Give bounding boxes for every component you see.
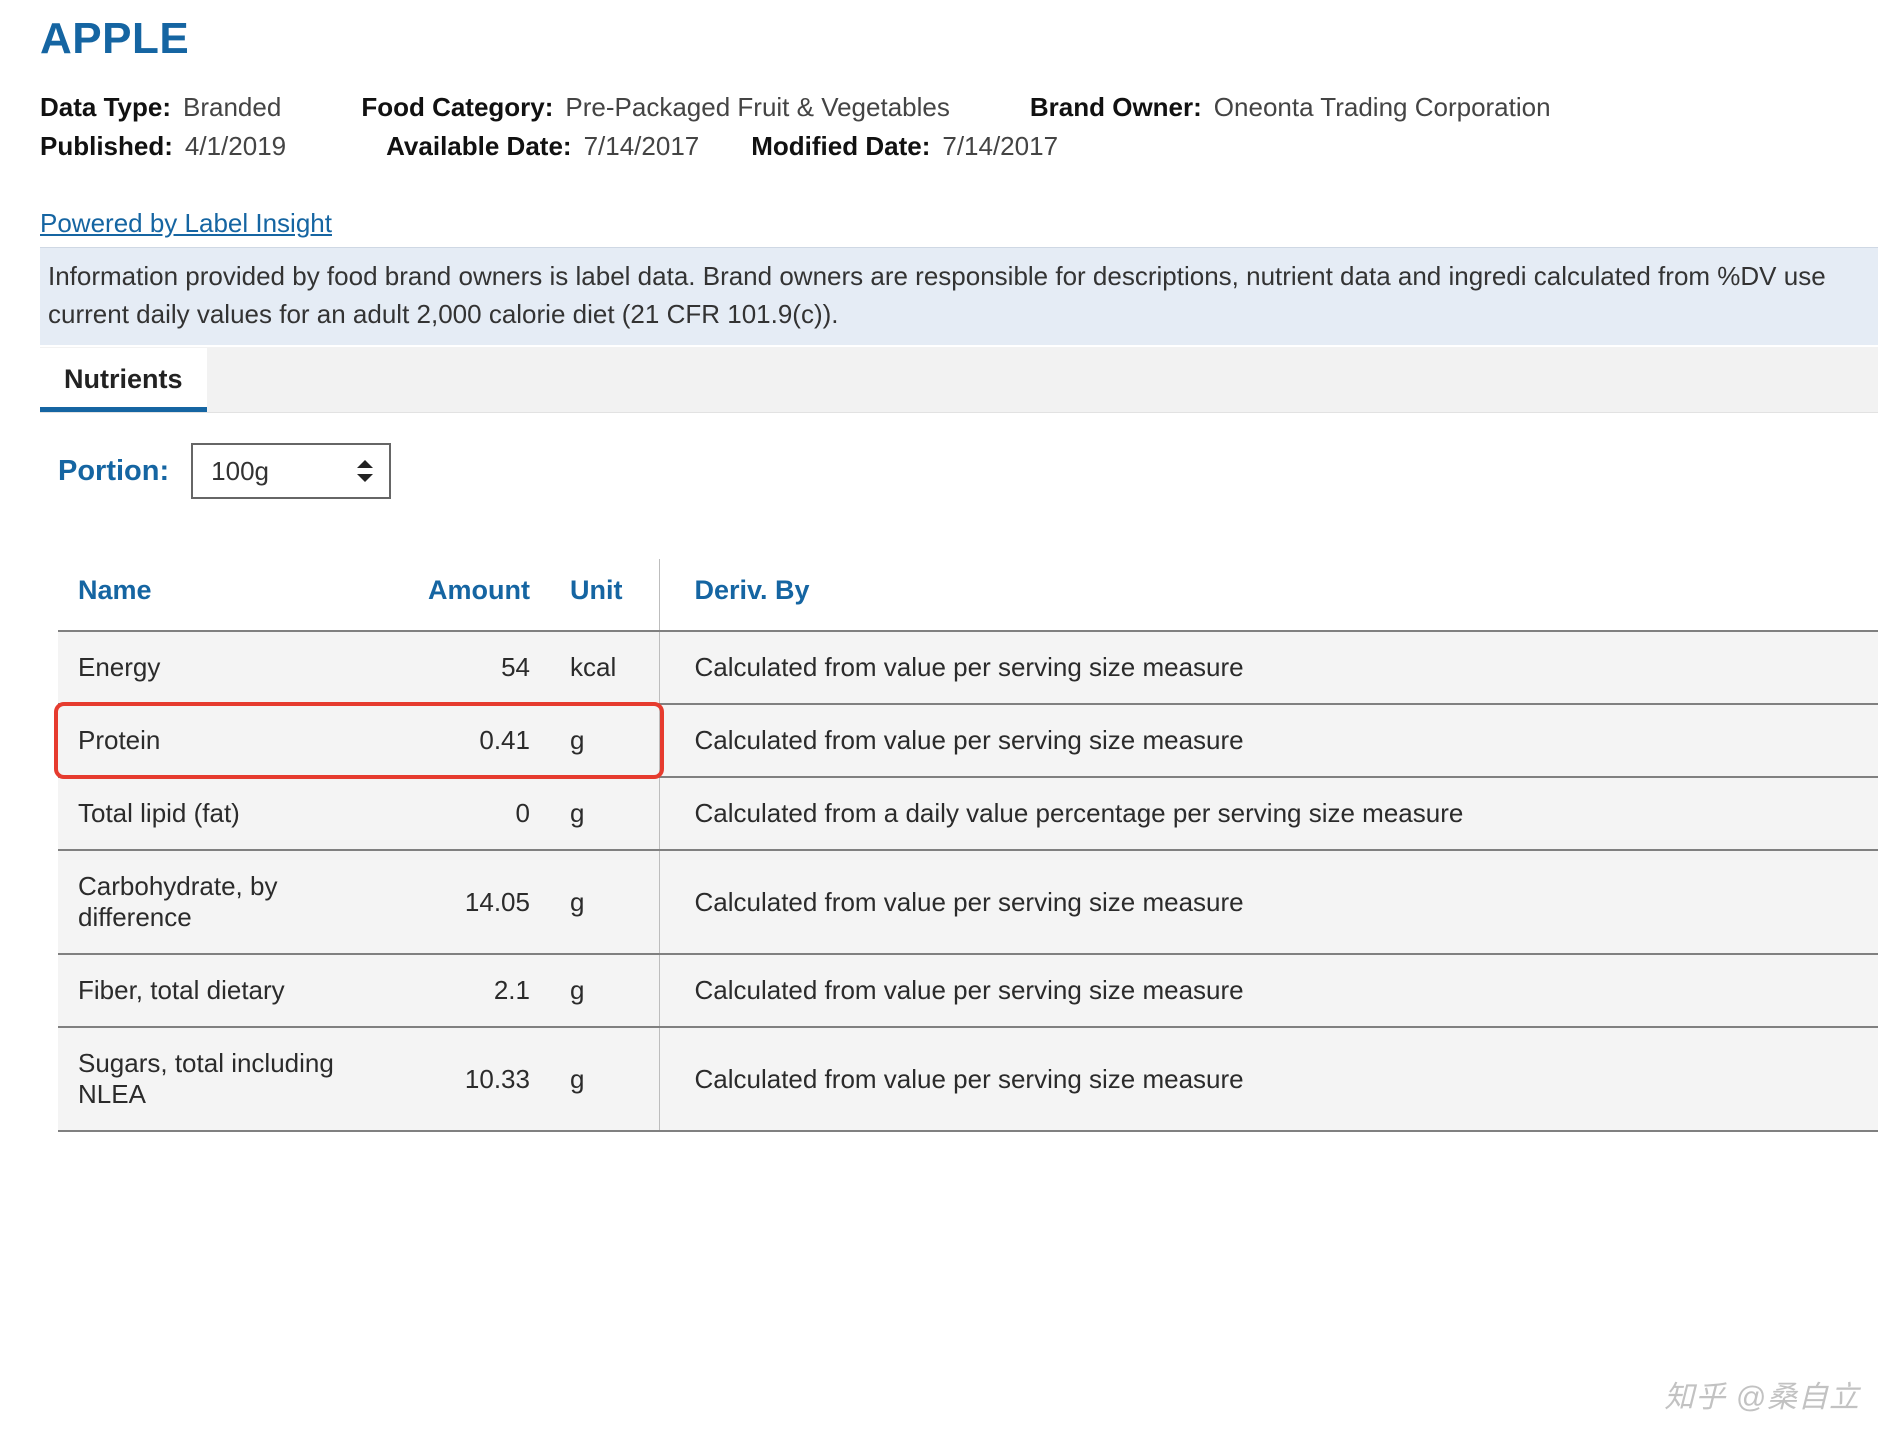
meta-label: Modified Date: (751, 131, 930, 162)
meta-brand-owner: Brand Owner: Oneonta Trading Corporation (1030, 92, 1551, 123)
col-header-name[interactable]: Name (58, 559, 408, 631)
meta-label: Food Category: (361, 92, 553, 123)
meta-data-type: Data Type: Branded (40, 92, 281, 123)
cell-deriv: Calculated from value per serving size m… (660, 954, 1878, 1027)
portion-value: 100g (211, 456, 269, 487)
meta-available: Available Date: 7/14/2017 (386, 131, 699, 162)
meta-label: Brand Owner: (1030, 92, 1202, 123)
watermark-text: 知乎 @桑自立 (1664, 1372, 1860, 1416)
cell-deriv: Calculated from value per serving size m… (660, 704, 1878, 777)
metadata-block: Data Type: Branded Food Category: Pre-Pa… (40, 88, 1878, 166)
cell-deriv: Calculated from value per serving size m… (660, 631, 1878, 704)
cell-unit: g (550, 850, 660, 954)
meta-value: Branded (183, 92, 281, 123)
cell-unit: kcal (550, 631, 660, 704)
portion-label: Portion: (58, 455, 169, 488)
table-row: Fiber, total dietary2.1gCalculated from … (58, 954, 1878, 1027)
page-title: APPLE (40, 14, 1878, 64)
meta-value: 7/14/2017 (584, 131, 700, 162)
meta-label: Available Date: (386, 131, 571, 162)
table-row: Protein0.41gCalculated from value per se… (58, 704, 1878, 777)
cell-name: Fiber, total dietary (58, 954, 408, 1027)
meta-value: 4/1/2019 (185, 131, 286, 162)
tabs-bar: Nutrients (40, 347, 1878, 413)
cell-amount: 10.33 (408, 1027, 550, 1131)
cell-name: Protein (58, 704, 408, 777)
col-header-deriv[interactable]: Deriv. By (660, 559, 1878, 631)
cell-name: Carbohydrate, by difference (58, 850, 408, 954)
tab-nutrients[interactable]: Nutrients (40, 348, 207, 412)
cell-unit: g (550, 1027, 660, 1131)
cell-amount: 54 (408, 631, 550, 704)
cell-amount: 0 (408, 777, 550, 850)
table-row: Sugars, total including NLEA10.33gCalcul… (58, 1027, 1878, 1131)
cell-unit: g (550, 954, 660, 1027)
table-row: Total lipid (fat)0gCalculated from a dai… (58, 777, 1878, 850)
portion-select[interactable]: 100g (191, 443, 391, 499)
sort-caret-icon (357, 460, 373, 482)
meta-label: Published: (40, 131, 173, 162)
meta-published: Published: 4/1/2019 (40, 131, 286, 162)
cell-deriv: Calculated from value per serving size m… (660, 1027, 1878, 1131)
table-row: Carbohydrate, by difference14.05gCalcula… (58, 850, 1878, 954)
meta-modified: Modified Date: 7/14/2017 (751, 131, 1058, 162)
cell-name: Sugars, total including NLEA (58, 1027, 408, 1131)
cell-name: Energy (58, 631, 408, 704)
cell-deriv: Calculated from value per serving size m… (660, 850, 1878, 954)
cell-unit: g (550, 777, 660, 850)
cell-amount: 2.1 (408, 954, 550, 1027)
cell-name: Total lipid (fat) (58, 777, 408, 850)
nutrients-table: Name Amount Unit Deriv. By Energy54kcalC… (58, 559, 1878, 1132)
info-banner: Information provided by food brand owner… (40, 247, 1878, 345)
meta-value: Pre-Packaged Fruit & Vegetables (565, 92, 949, 123)
col-header-amount[interactable]: Amount (408, 559, 550, 631)
meta-label: Data Type: (40, 92, 171, 123)
meta-value: Oneonta Trading Corporation (1214, 92, 1551, 123)
cell-amount: 0.41 (408, 704, 550, 777)
cell-deriv: Calculated from a daily value percentage… (660, 777, 1878, 850)
label-insight-link[interactable]: Powered by Label Insight (40, 208, 332, 239)
meta-food-category: Food Category: Pre-Packaged Fruit & Vege… (361, 92, 950, 123)
cell-unit: g (550, 704, 660, 777)
cell-amount: 14.05 (408, 850, 550, 954)
table-row: Energy54kcalCalculated from value per se… (58, 631, 1878, 704)
meta-value: 7/14/2017 (942, 131, 1058, 162)
col-header-unit[interactable]: Unit (550, 559, 660, 631)
